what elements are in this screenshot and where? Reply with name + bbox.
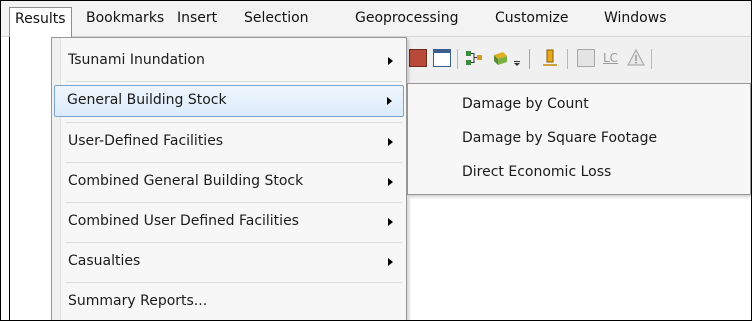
menu-bar: Results Bookmarks Insert Selection Geopr… (1, 1, 751, 37)
menu-results[interactable]: Results (9, 7, 72, 37)
window-icon[interactable] (433, 49, 451, 67)
menu-item-label: User-Defined Facilities (68, 133, 224, 149)
connector-icon[interactable] (465, 49, 483, 67)
submenu-item-label: Damage by Square Footage (462, 130, 658, 146)
pane-divider (9, 37, 10, 320)
submenu-arrow-icon (388, 218, 393, 226)
submenu-arrow-icon (388, 138, 393, 146)
submenu-arrow-icon (388, 258, 393, 266)
lc-icon[interactable]: LC (603, 49, 621, 67)
menu-item-label: Combined General Building Stock (68, 173, 304, 189)
menu-item-label: Casualties (68, 253, 141, 269)
results-menu: Tsunami Inundation General Building Stoc… (51, 37, 407, 320)
toolbar-separator (567, 49, 568, 69)
menu-divider (66, 122, 402, 123)
menu-item-combined-user-defined-facilities[interactable]: Combined User Defined Facilities (54, 206, 404, 238)
measure-icon[interactable] (541, 49, 559, 67)
menu-item-label: Tsunami Inundation (68, 52, 205, 68)
toolbar: LC (401, 37, 751, 83)
menu-item-label: Combined User Defined Facilities (68, 213, 299, 229)
menu-item-summary-reports[interactable]: Summary Reports... (54, 286, 404, 318)
submenu-item-direct-economic-loss[interactable]: Direct Economic Loss (408, 158, 750, 188)
menu-divider (66, 81, 402, 82)
menu-item-tsunami-inundation[interactable]: Tsunami Inundation (54, 45, 404, 77)
menu-customize[interactable]: Customize (490, 7, 574, 31)
menu-divider (66, 282, 402, 283)
warning-icon[interactable] (627, 48, 645, 67)
submenu-item-damage-by-square-footage[interactable]: Damage by Square Footage (408, 124, 750, 154)
menu-geoprocessing[interactable]: Geoprocessing (350, 7, 463, 31)
submenu-item-label: Damage by Count (462, 96, 589, 112)
menu-divider (66, 242, 402, 243)
menu-bookmarks[interactable]: Bookmarks (81, 7, 169, 31)
layer-add-icon[interactable] (491, 49, 509, 67)
submenu-arrow-icon (387, 97, 392, 105)
menu-divider (66, 202, 402, 203)
submenu-arrow-icon (388, 178, 393, 186)
toolbar-separator (457, 49, 458, 69)
toolbar-separator (651, 49, 652, 69)
toolbar-separator (529, 49, 530, 69)
menu-windows[interactable]: Windows (599, 7, 672, 31)
menu-item-label: General Building Stock (67, 92, 227, 108)
image-icon[interactable] (577, 49, 595, 67)
menu-insert[interactable]: Insert (172, 7, 222, 31)
map-icon[interactable] (409, 49, 427, 67)
overflow-icon[interactable] (513, 49, 521, 67)
menu-item-casualties[interactable]: Casualties (54, 246, 404, 278)
menu-divider (66, 162, 402, 163)
general-building-stock-submenu: Damage by Count Damage by Square Footage… (407, 83, 751, 195)
submenu-arrow-icon (388, 57, 393, 65)
application-window: Results Bookmarks Insert Selection Geopr… (0, 0, 752, 321)
menu-item-label: Summary Reports... (68, 293, 208, 309)
menu-selection[interactable]: Selection (239, 7, 314, 31)
menu-item-combined-general-building-stock[interactable]: Combined General Building Stock (54, 166, 404, 198)
menu-item-general-building-stock[interactable]: General Building Stock (54, 85, 404, 117)
menu-item-user-defined-facilities[interactable]: User-Defined Facilities (54, 126, 404, 158)
submenu-item-label: Direct Economic Loss (462, 164, 612, 180)
submenu-item-damage-by-count[interactable]: Damage by Count (408, 90, 750, 120)
